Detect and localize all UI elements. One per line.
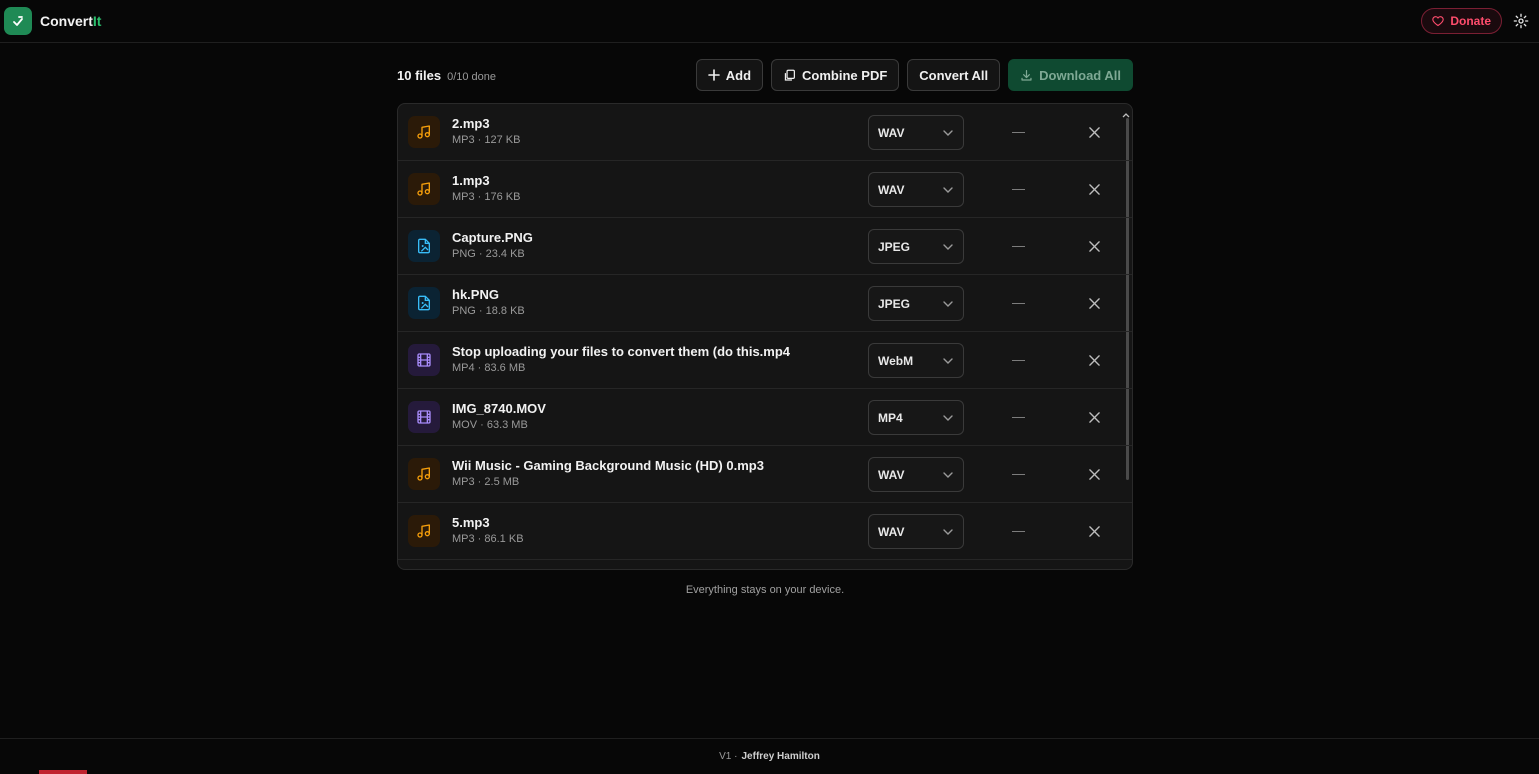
output-format-value: JPEG [878, 239, 911, 254]
chevron-down-icon [943, 357, 953, 364]
download-icon [1021, 69, 1032, 81]
plus-icon [707, 69, 720, 81]
privacy-note: Everything stays on your device. [685, 584, 845, 596]
music-note-icon [408, 116, 440, 148]
output-format-select[interactable]: WAV [868, 514, 964, 549]
author-label: Jeffrey Hamilton [741, 751, 820, 762]
file-name: 5.mp3 [452, 515, 490, 530]
file-status: — [1012, 238, 1025, 253]
file-name: IMG_8740.MOV [452, 401, 546, 416]
file-meta: MP3 · 2.5 MB [452, 476, 520, 488]
chevron-down-icon [943, 414, 953, 421]
output-format-value: WAV [878, 467, 905, 482]
output-format-select[interactable]: WAV [868, 115, 964, 150]
output-format-select[interactable]: WAV [868, 172, 964, 207]
image-file-icon [408, 230, 440, 262]
file-name: 1.mp3 [452, 173, 490, 188]
output-format-value: WAV [878, 125, 905, 140]
footer: V1 · Jeffrey Hamilton [0, 738, 1539, 774]
settings-gear-icon[interactable] [1512, 12, 1530, 30]
output-format-value: MP4 [878, 410, 903, 425]
file-meta: MOV · 63.3 MB [452, 419, 528, 431]
donate-label: Donate [1450, 14, 1491, 28]
music-note-icon [408, 458, 440, 490]
file-count-label: 10 files [397, 67, 442, 83]
progress-indicator [39, 770, 87, 774]
heart-icon [1432, 16, 1445, 27]
brand[interactable]: ConvertIt [4, 7, 101, 35]
remove-file-close-icon[interactable] [1086, 295, 1102, 311]
remove-file-close-icon[interactable] [1086, 352, 1102, 368]
file-name: 2.mp3 [452, 116, 490, 131]
progress-label: 0/10 done [447, 70, 497, 83]
output-format-select[interactable]: MP4 [868, 400, 964, 435]
chevron-down-icon [943, 528, 953, 535]
output-format-value: WAV [878, 524, 905, 539]
film-icon [408, 344, 440, 376]
file-name: Capture.PNG [452, 230, 533, 245]
music-note-icon [408, 515, 440, 547]
output-format-value: JPEG [878, 296, 911, 311]
add-button[interactable]: Add [695, 59, 764, 91]
file-meta: MP3 · 176 KB [452, 191, 521, 203]
file-name: Stop uploading your files to convert the… [452, 344, 791, 359]
file-status: — [1012, 295, 1025, 310]
file-status: — [1012, 181, 1025, 196]
file-row: Capture.PNG PNG · 23.4 KB JPEG — [398, 218, 1132, 275]
file-row: hk.PNG PNG · 18.8 KB JPEG — [398, 275, 1132, 332]
file-row: Wii Music - Gaming Background Music (HD)… [398, 446, 1132, 503]
scroll-down-icon[interactable] [1122, 562, 1130, 568]
file-meta: MP4 · 83.6 MB [452, 362, 526, 374]
chevron-down-icon [943, 243, 953, 250]
chevron-down-icon [943, 186, 953, 193]
music-note-icon [408, 173, 440, 205]
file-row: 5.mp3 MP3 · 86.1 KB WAV — [398, 503, 1132, 560]
file-status: — [1012, 409, 1025, 424]
file-count: 10 files 0/10 done [397, 68, 496, 83]
remove-file-close-icon[interactable] [1086, 124, 1102, 140]
file-status: — [1012, 466, 1025, 481]
file-row: IMG_8740.MOV MOV · 63.3 MB MP4 — [398, 389, 1132, 446]
app-name: ConvertIt [40, 13, 102, 29]
output-format-value: WAV [878, 182, 905, 197]
remove-file-close-icon[interactable] [1086, 466, 1102, 482]
file-meta: PNG · 23.4 KB [452, 248, 525, 260]
remove-file-close-icon[interactable] [1086, 523, 1102, 539]
file-meta: MP3 · 127 KB [452, 134, 521, 146]
remove-file-close-icon[interactable] [1086, 181, 1102, 197]
download-all-button[interactable]: Download All [1008, 59, 1133, 91]
chevron-down-icon [943, 300, 953, 307]
copy-icon [784, 69, 796, 81]
chevron-down-icon [943, 129, 953, 136]
file-meta: PNG · 18.8 KB [452, 305, 525, 317]
version-label: V1 · [719, 751, 738, 762]
file-status: — [1012, 124, 1025, 139]
file-toolbar: 10 files 0/10 done Add Combine PDF Conve… [397, 59, 1133, 91]
convert-all-button[interactable]: Convert All [907, 59, 1001, 91]
file-meta: MP3 · 86.1 KB [452, 533, 524, 545]
convertit-logo-icon [4, 7, 32, 35]
file-status: — [1012, 352, 1025, 367]
file-row: 1.mp3 MP3 · 176 KB WAV — [398, 161, 1132, 218]
output-format-select[interactable]: WAV [868, 457, 964, 492]
file-name: Wii Music - Gaming Background Music (HD)… [452, 458, 764, 473]
image-file-icon [408, 287, 440, 319]
file-row: Stop uploading your files to convert the… [398, 332, 1132, 389]
file-status: — [1012, 523, 1025, 538]
film-icon [408, 401, 440, 433]
remove-file-close-icon[interactable] [1086, 409, 1102, 425]
combine-pdf-button[interactable]: Combine PDF [771, 59, 900, 91]
file-list[interactable]: 2.mp3 MP3 · 127 KB WAV — 1.mp3 MP3 · 176 KB WA… [397, 103, 1133, 570]
app-header: ConvertIt Donate [0, 0, 1539, 43]
output-format-value: WebM [878, 353, 914, 368]
output-format-select[interactable]: WebM [868, 343, 964, 378]
donate-button[interactable]: Donate [1421, 8, 1502, 34]
remove-file-close-icon[interactable] [1086, 238, 1102, 254]
file-name: hk.PNG [452, 287, 499, 302]
output-format-select[interactable]: JPEG [868, 229, 964, 264]
output-format-select[interactable]: JPEG [868, 286, 964, 321]
file-row: 2.mp3 MP3 · 127 KB WAV — [398, 104, 1132, 161]
chevron-down-icon [943, 471, 953, 478]
